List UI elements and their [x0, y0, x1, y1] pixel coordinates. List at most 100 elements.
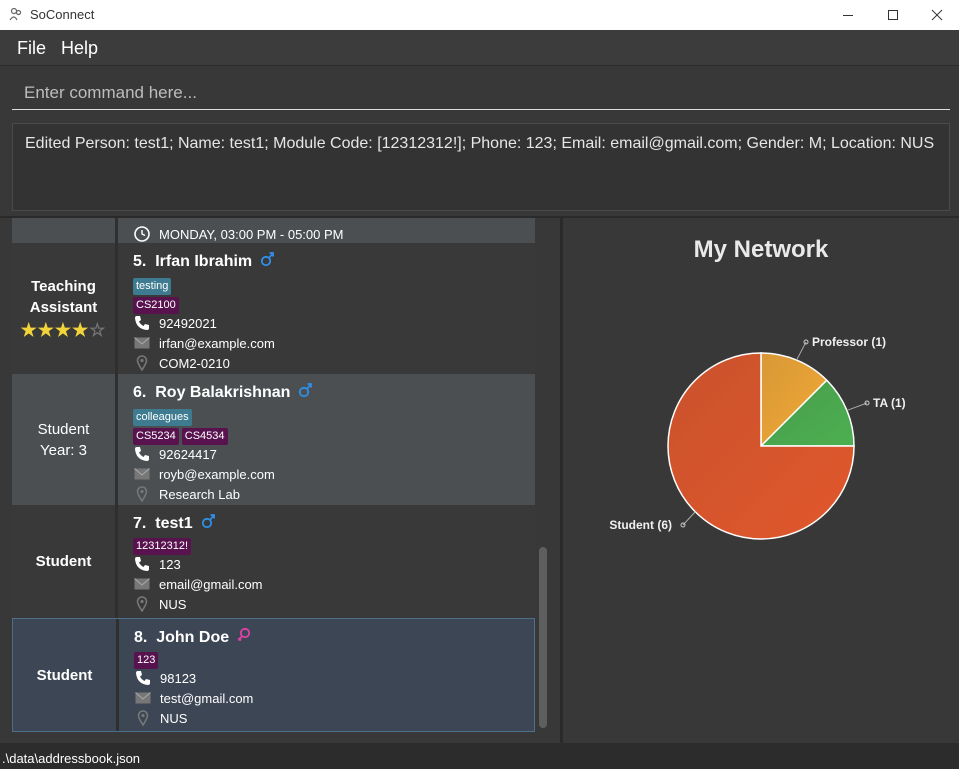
pie-leader-line: [796, 341, 807, 361]
minimize-button[interactable]: [825, 0, 871, 30]
email-row: email@gmail.com: [133, 576, 263, 592]
email-row: royb@example.com: [133, 466, 275, 482]
location-icon: [134, 710, 152, 726]
email-icon: [133, 466, 151, 482]
name-row: 5. Irfan Ibrahim: [133, 251, 275, 272]
pie-label-ta: TA (1): [873, 396, 906, 410]
location-row: Research Lab: [133, 486, 240, 502]
list-item-selected[interactable]: Student 8. John Doe 123 98123 test@gmail…: [12, 618, 535, 732]
phone-row: 123: [133, 556, 181, 572]
card-info: 8. John Doe 123 98123 test@gmail.com NUS: [131, 619, 534, 731]
contact-index: 6.: [133, 383, 147, 401]
contact-name: Irfan Ibrahim: [155, 252, 253, 270]
phone-text: 98123: [160, 670, 197, 686]
group-tag: colleagues: [133, 409, 192, 426]
group-tags: testing: [133, 276, 174, 295]
module-tag: CS2100: [133, 297, 179, 314]
email-text: test@gmail.com: [160, 690, 254, 706]
menu-bar: File Help: [0, 30, 959, 66]
star-filled-icon: ★: [37, 320, 55, 340]
command-input[interactable]: [12, 76, 950, 110]
male-icon: [201, 513, 215, 534]
location-icon: [133, 596, 151, 612]
email-icon: [133, 576, 151, 592]
male-icon: [298, 382, 313, 403]
menu-help[interactable]: Help: [61, 38, 98, 59]
phone-icon: [133, 556, 151, 572]
card-separator: [116, 619, 119, 731]
role-line-2: Year: 3: [40, 441, 87, 459]
clock-icon: [133, 226, 151, 242]
pie-leader-line: [682, 511, 696, 526]
module-tags: CS5234 CS4534: [133, 426, 231, 445]
contact-name: John Doe: [156, 628, 230, 646]
phone-row: 92624417: [133, 446, 217, 462]
card-info: 6. Roy Balakrishnan colleagues CS5234 CS4…: [130, 374, 535, 505]
list-item-partial[interactable]: MONDAY, 03:00 PM - 05:00 PM: [12, 218, 535, 243]
module-tag: 12312312!: [133, 538, 191, 555]
pie-label-student: Student (6): [609, 518, 672, 532]
male-icon: [260, 251, 275, 272]
module-tags: CS2100: [133, 295, 182, 314]
star-filled-icon: ★: [54, 320, 73, 340]
minimize-icon: [843, 15, 853, 16]
module-tag: CS5234: [133, 428, 179, 445]
window-title: SoConnect: [30, 7, 95, 22]
save-location: .\data\addressbook.json: [2, 751, 141, 766]
list-item[interactable]: Student 7. test1 12312312! 123 email@gma…: [12, 505, 535, 618]
email-text: royb@example.com: [159, 466, 275, 482]
email-text: email@gmail.com: [159, 576, 263, 592]
pie-chart: Professor (1) TA (1) Student (6): [609, 335, 906, 540]
card-info: 7. test1 12312312! 123 email@gmail.com N…: [130, 505, 535, 618]
phone-text: 92492021: [159, 315, 217, 331]
phone-icon: [134, 670, 152, 686]
availability-text: MONDAY, 03:00 PM - 05:00 PM: [159, 226, 344, 242]
app-logo-icon: [9, 7, 22, 21]
result-display: Edited Person: test1; Name: test1; Modul…: [12, 123, 950, 211]
module-tags: 123: [134, 650, 161, 669]
menu-file[interactable]: File: [17, 38, 46, 59]
phone-text: 92624417: [159, 446, 217, 462]
email-text: irfan@example.com: [159, 335, 275, 351]
close-icon: [931, 9, 943, 21]
name-row: 7. test1: [133, 513, 215, 534]
card-separator: [115, 374, 118, 505]
contact-name: test1: [155, 514, 193, 532]
location-text: NUS: [160, 710, 188, 726]
list-item[interactable]: Teaching Assistant ★★★★☆ 5. Irfan Ibrahi…: [12, 243, 535, 374]
role-line-1: Student: [37, 420, 90, 438]
name-row: 6. Roy Balakrishnan: [133, 382, 313, 403]
availability-row: MONDAY, 03:00 PM - 05:00 PM: [133, 226, 343, 242]
pie-leader-line: [846, 402, 868, 411]
location-row: NUS: [134, 710, 187, 726]
location-row: COM2-0210: [133, 355, 230, 371]
star-empty-icon: ☆: [89, 320, 107, 340]
list-item[interactable]: Student Year: 3 6. Roy Balakrishnan coll…: [12, 374, 535, 505]
card-separator: [115, 243, 118, 374]
star-filled-icon: ★: [72, 320, 90, 340]
role-line-1: Student: [35, 553, 92, 570]
status-bar: .\data\addressbook.json: [0, 743, 959, 769]
contact-list[interactable]: MONDAY, 03:00 PM - 05:00 PM Teaching Ass…: [0, 218, 560, 743]
card-separator: [115, 218, 118, 243]
location-text: Research Lab: [159, 486, 240, 502]
location-text: COM2-0210: [159, 355, 230, 371]
location-icon: [133, 355, 151, 371]
role-line-1: Teaching: [31, 278, 96, 295]
contact-index: 8.: [134, 628, 148, 646]
card-separator: [115, 505, 118, 618]
location-text: NUS: [159, 596, 187, 612]
email-row: test@gmail.com: [134, 690, 253, 706]
list-scrollbar-thumb[interactable]: [539, 547, 547, 728]
maximize-button[interactable]: [870, 0, 916, 30]
role-label: Student Year: 3: [12, 374, 115, 505]
contact-name: Roy Balakrishnan: [155, 383, 291, 401]
email-icon: [133, 335, 151, 351]
location-row: NUS: [133, 596, 186, 612]
name-row: 8. John Doe: [134, 627, 251, 648]
contact-index: 5.: [133, 252, 147, 270]
role-line-1: Student: [36, 666, 93, 684]
role-label: Student: [12, 505, 115, 618]
result-message: Edited Person: test1; Name: test1; Modul…: [25, 135, 935, 152]
close-button[interactable]: [914, 0, 959, 30]
